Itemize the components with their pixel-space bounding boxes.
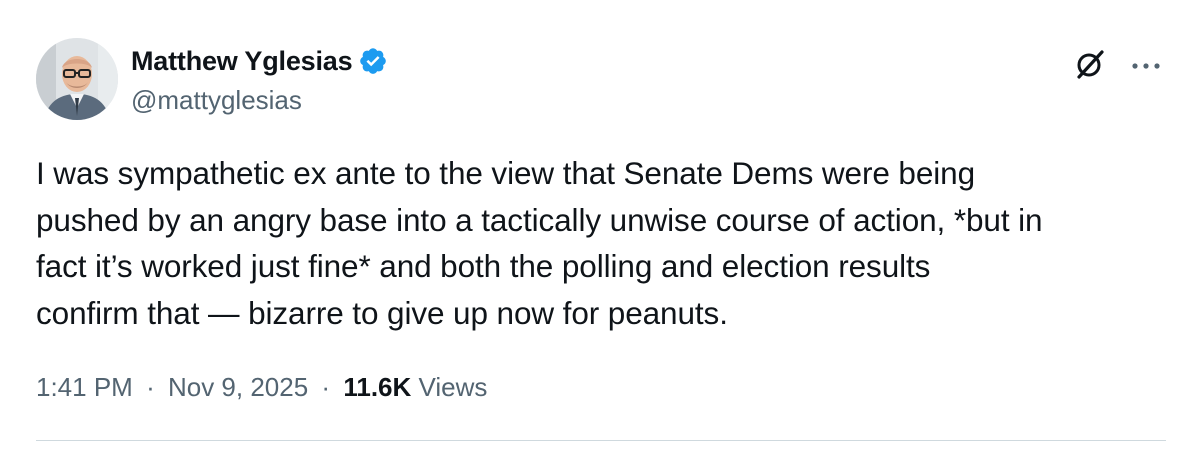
avatar[interactable] bbox=[36, 38, 118, 120]
tweet-text: I was sympathetic ex ante to the view th… bbox=[36, 150, 1176, 336]
tweet-card: Matthew Yglesias @mattyglesias I was sym… bbox=[0, 0, 1200, 449]
divider bbox=[36, 440, 1166, 441]
author-handle[interactable]: @mattyglesias bbox=[131, 85, 388, 116]
tweet-text-line: pushed by an angry base into a tacticall… bbox=[36, 201, 1043, 238]
tweet-text-line: I was sympathetic ex ante to the view th… bbox=[36, 155, 975, 191]
tweet-date[interactable]: Nov 9, 2025 bbox=[168, 372, 308, 402]
views-count: 11.6K bbox=[343, 372, 412, 402]
author-header: Matthew Yglesias @mattyglesias bbox=[131, 43, 388, 116]
author-display-name[interactable]: Matthew Yglesias bbox=[131, 46, 353, 77]
tweet-time[interactable]: 1:41 PM bbox=[36, 372, 133, 402]
verified-badge-icon[interactable] bbox=[358, 46, 388, 76]
tweet-text-line: confirm that — bizarre to give up now fo… bbox=[36, 294, 728, 331]
grok-icon[interactable] bbox=[1072, 46, 1108, 82]
meta-separator: · bbox=[321, 372, 331, 402]
tweet-text-line: fact it’s worked just fine* and both the… bbox=[36, 248, 931, 284]
meta-separator: · bbox=[146, 372, 155, 402]
views-label: Views bbox=[418, 372, 488, 402]
avatar-image bbox=[36, 38, 118, 120]
tweet-meta: 1:41 PM · Nov 9, 2025 · 11.6K Views bbox=[36, 372, 487, 403]
name-row: Matthew Yglesias bbox=[131, 43, 388, 79]
more-options-icon[interactable] bbox=[1130, 58, 1164, 69]
